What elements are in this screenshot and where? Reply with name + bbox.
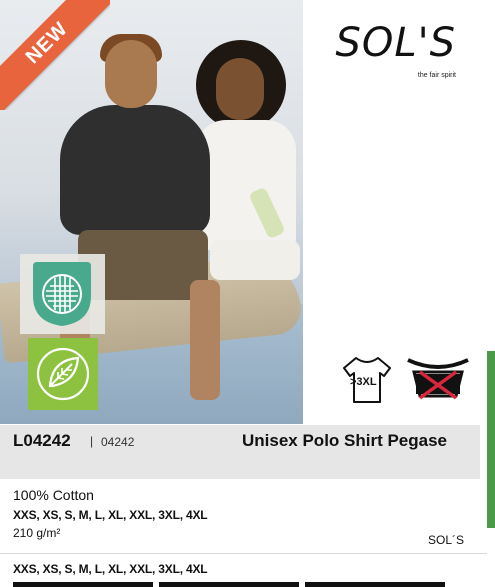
reference-separator: |: [90, 434, 94, 448]
pique-mesh-icon: [20, 254, 105, 334]
product-sizes-repeat: XXS, XS, S, M, L, XL, XXL, 3XL, 4XL: [13, 562, 208, 576]
new-badge: NEW: [0, 0, 110, 110]
brand-name: SOL´S: [428, 533, 465, 547]
brand-tagline: the fair spirit: [417, 72, 456, 79]
no-wash-icon: [402, 352, 474, 407]
brand-logo-text: SOL'S: [335, 20, 456, 66]
organic-leaf-icon: [28, 338, 98, 410]
product-reference-short: 04242: [101, 435, 135, 449]
new-badge-label: NEW: [0, 0, 110, 110]
section-divider: [0, 553, 487, 554]
color-swatch[interactable]: [159, 582, 299, 587]
color-swatch-strip: [13, 582, 483, 587]
product-weight: 210 g/m²: [13, 526, 61, 540]
product-name: Unisex Polo Shirt Pegase: [242, 431, 448, 450]
product-reference: L04242: [13, 431, 71, 450]
side-accent-bar: [487, 351, 495, 528]
brand-logo: SOL'S the fair spirit: [330, 18, 470, 88]
product-title-band: L04242 | 04242 Unisex Polo Shirt Pegase: [0, 425, 480, 479]
product-material: 100% Cotton: [13, 487, 94, 503]
color-swatch[interactable]: [305, 582, 445, 587]
color-swatch[interactable]: [13, 582, 153, 587]
feature-icons: [20, 254, 105, 414]
product-sizes: XXS, XS, S, M, L, XL, XXL, 3XL, 4XL: [13, 508, 208, 522]
size-3xl-tshirt-icon: >3XL: [338, 354, 396, 406]
size-icon-label: >3XL: [350, 376, 377, 388]
